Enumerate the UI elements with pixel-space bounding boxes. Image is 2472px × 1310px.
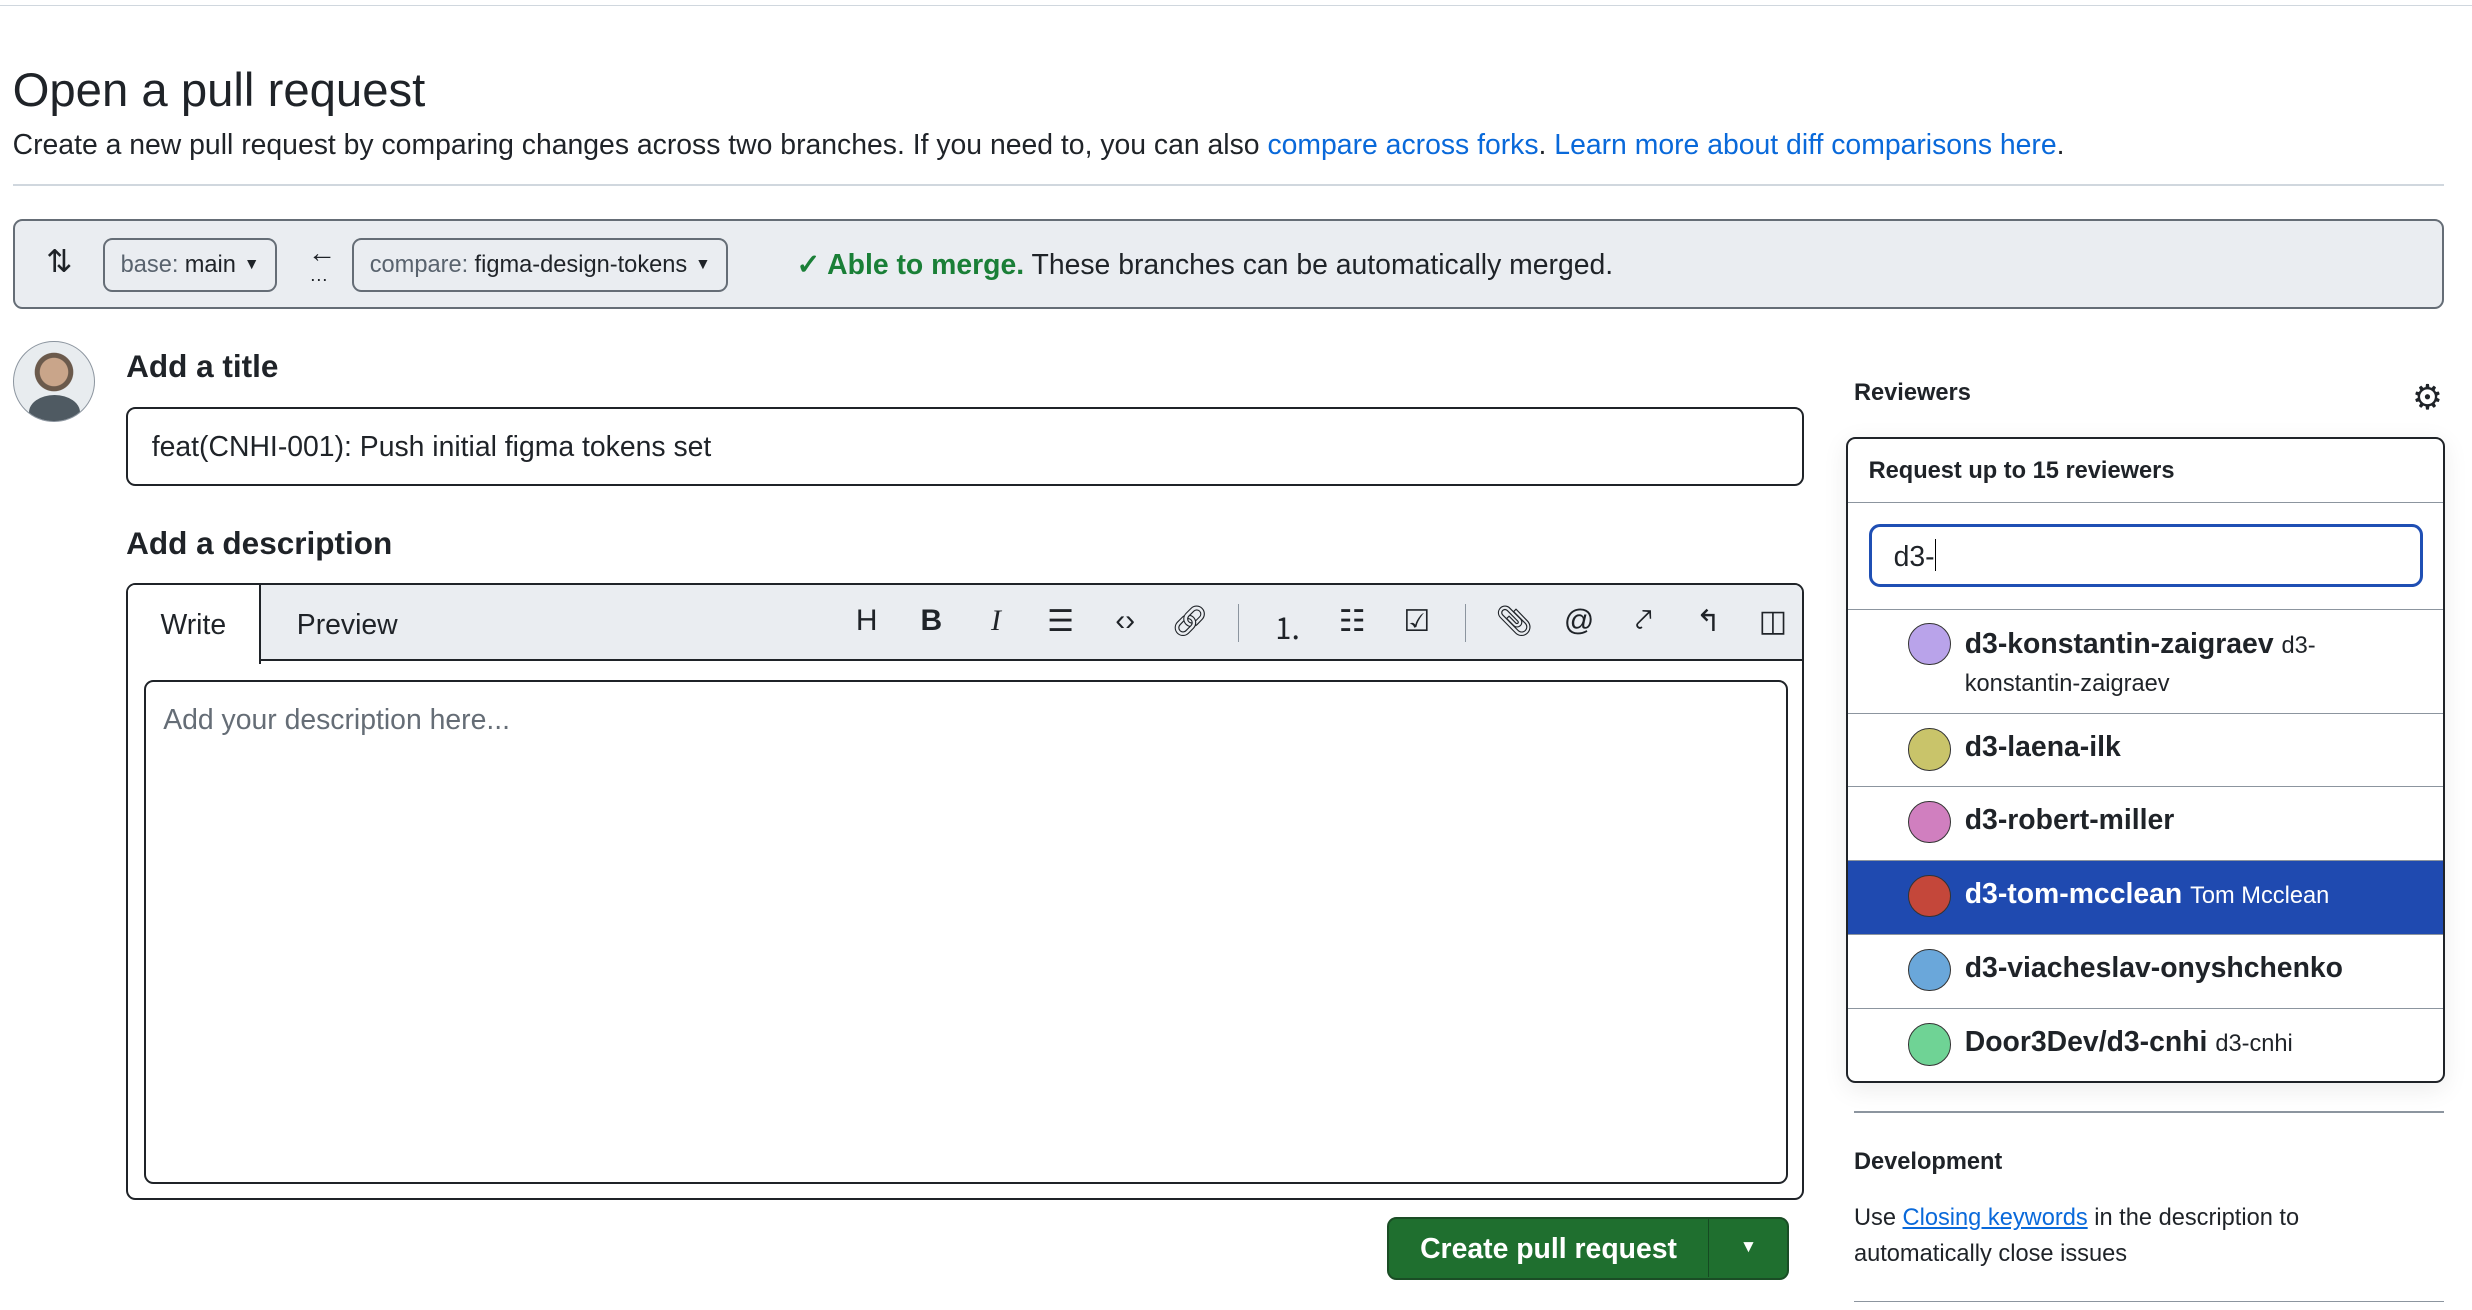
compare-label: compare: [369, 251, 469, 278]
description-textarea[interactable]: Add your description here... [143, 679, 1789, 1185]
base-label: base: [120, 251, 179, 278]
title-label: Add a title [126, 348, 279, 385]
identicon-avatar [1907, 622, 1951, 666]
task-list-icon[interactable]: ☑ [1384, 604, 1449, 648]
identicon-avatar [1907, 874, 1951, 918]
top-divider [0, 4, 2472, 7]
tab-preview[interactable]: Preview [297, 585, 398, 661]
toolbar-separator [1237, 604, 1240, 643]
tab-write[interactable]: Write [128, 585, 261, 665]
reviewers-dropdown: Request up to 15 reviewers d3- d3-konsta… [1846, 436, 2446, 1084]
slash-commands-icon[interactable]: ◫ [1741, 604, 1802, 648]
development-label: Development [1853, 1149, 2003, 1176]
description-label: Add a description [126, 524, 393, 561]
mention-icon[interactable]: @ [1547, 604, 1612, 648]
base-value: main [184, 251, 236, 278]
editor-header: Write Preview H B I ☰ ‹› 🔗︎ ⒈ ☷ ☑ 📎︎ @ ⤤… [128, 585, 1802, 665]
link-icon[interactable]: 🔗︎ [1158, 604, 1223, 648]
reviewer-option[interactable]: d3-laena-ilk [1848, 712, 2444, 786]
identicon-avatar [1907, 728, 1951, 771]
identicon-avatar [1907, 948, 1951, 992]
caret-down-icon: ▼ [695, 256, 711, 274]
title-input[interactable]: feat(CNHI-001): Push initial figma token… [126, 406, 1804, 486]
reviewer-option[interactable]: d3-konstantin-zaigraev d3-konstantin-zai… [1848, 608, 2444, 713]
subtitle-sep: . [1538, 129, 1555, 162]
reviewer-search-input[interactable]: d3- [1868, 523, 2424, 587]
dropdown-title: Request up to 15 reviewers [1848, 439, 2444, 504]
text-cursor [1934, 539, 1937, 571]
bold-icon[interactable]: B [899, 604, 964, 648]
reviewer-option[interactable]: Door3Dev/d3-cnhi d3-cnhi [1848, 1007, 2444, 1081]
compare-forks-link[interactable]: compare across forks [1267, 129, 1538, 161]
unordered-list-icon[interactable]: ☷ [1320, 604, 1385, 648]
description-editor: Write Preview H B I ☰ ‹› 🔗︎ ⒈ ☷ ☑ 📎︎ @ ⤤… [126, 583, 1804, 1200]
reviewer-login: d3-viacheslav-onyshchenko [1964, 952, 2344, 985]
reviewer-option[interactable]: d3-robert-miller [1848, 785, 2444, 860]
identicon-avatar [1907, 1022, 1951, 1066]
base-branch-button[interactable]: base: main ▼ [102, 238, 278, 293]
reviewer-option[interactable]: d3-viacheslav-onyshchenko [1848, 933, 2444, 1008]
merge-status: ✓ Able to merge. These branches can be a… [797, 248, 1614, 282]
dots-icon: … [309, 265, 329, 287]
identicon-avatar [1907, 800, 1951, 844]
quote-icon[interactable]: ☰ [1028, 604, 1093, 648]
reviewer-name: Tom Mcclean [2190, 882, 2330, 909]
italic-icon[interactable]: I [964, 604, 1029, 648]
git-compare-icon: ⇅ [46, 243, 73, 280]
divider [1853, 1111, 2444, 1113]
gear-icon[interactable]: ⚙ [2412, 378, 2443, 418]
check-icon: ✓ [796, 248, 828, 281]
reviewer-login: d3-konstantin-zaigraev [1964, 627, 2274, 660]
code-icon[interactable]: ‹› [1093, 604, 1158, 648]
learn-more-link[interactable]: Learn more about diff comparisons here [1554, 129, 2056, 161]
reviewer-option[interactable]: d3-tom-mcclean Tom Mcclean [1848, 859, 2444, 934]
reviewer-login: d3-laena-ilk [1964, 731, 2121, 764]
compare-value: figma-design-tokens [474, 251, 688, 278]
dev-prefix: Use [1853, 1204, 1903, 1231]
subtitle-text: Create a new pull request by comparing c… [12, 129, 1268, 162]
attach-icon[interactable]: 📎︎ [1482, 604, 1547, 648]
markdown-toolbar: H B I ☰ ‹› 🔗︎ ⒈ ☷ ☑ 📎︎ @ ⤤ ↰ ◫ [834, 604, 1802, 648]
page-title: Open a pull request [12, 64, 426, 118]
reviewer-login: Door3Dev/d3-cnhi [1964, 1026, 2208, 1059]
merge-ok: Able to merge. [827, 248, 1025, 281]
reviewer-login: d3-robert-miller [1964, 803, 2175, 836]
heading-icon[interactable]: H [834, 604, 899, 648]
compare-bar: ⇅ base: main ▼ ← … compare: figma-design-to… [12, 219, 2444, 309]
reply-icon[interactable]: ↰ [1676, 604, 1741, 648]
caret-down-icon: ▼ [243, 256, 260, 274]
closing-keywords-link[interactable]: Closing keywords [1903, 1205, 2088, 1231]
cross-reference-icon[interactable]: ⤤ [1611, 604, 1676, 648]
numbered-list-icon[interactable]: ⒈ [1255, 604, 1320, 648]
reviewer-name: d3-cnhi [2215, 1031, 2293, 1058]
divider [1853, 1300, 2444, 1303]
create-pull-request-button[interactable]: Create pull request ▼ [1387, 1217, 1790, 1281]
compare-branch-button[interactable]: compare: figma-design-tokens ▼ [351, 238, 729, 293]
avatar [12, 340, 95, 423]
development-text: Use Closing keywords in the description … [1854, 1200, 2422, 1273]
reviewers-label: Reviewers [1853, 379, 1971, 406]
create-label[interactable]: Create pull request [1389, 1219, 1707, 1277]
divider [12, 184, 2444, 186]
subtitle-suffix: . [2056, 129, 2065, 162]
page-subtitle: Create a new pull request by comparing c… [13, 129, 2065, 162]
search-value: d3- [1893, 541, 1935, 574]
toolbar-separator [1464, 604, 1467, 643]
caret-down-icon[interactable]: ▼ [1707, 1219, 1788, 1278]
merge-text: These branches can be automatically merg… [1024, 248, 1614, 281]
reviewer-login: d3-tom-mcclean [1964, 877, 2183, 910]
